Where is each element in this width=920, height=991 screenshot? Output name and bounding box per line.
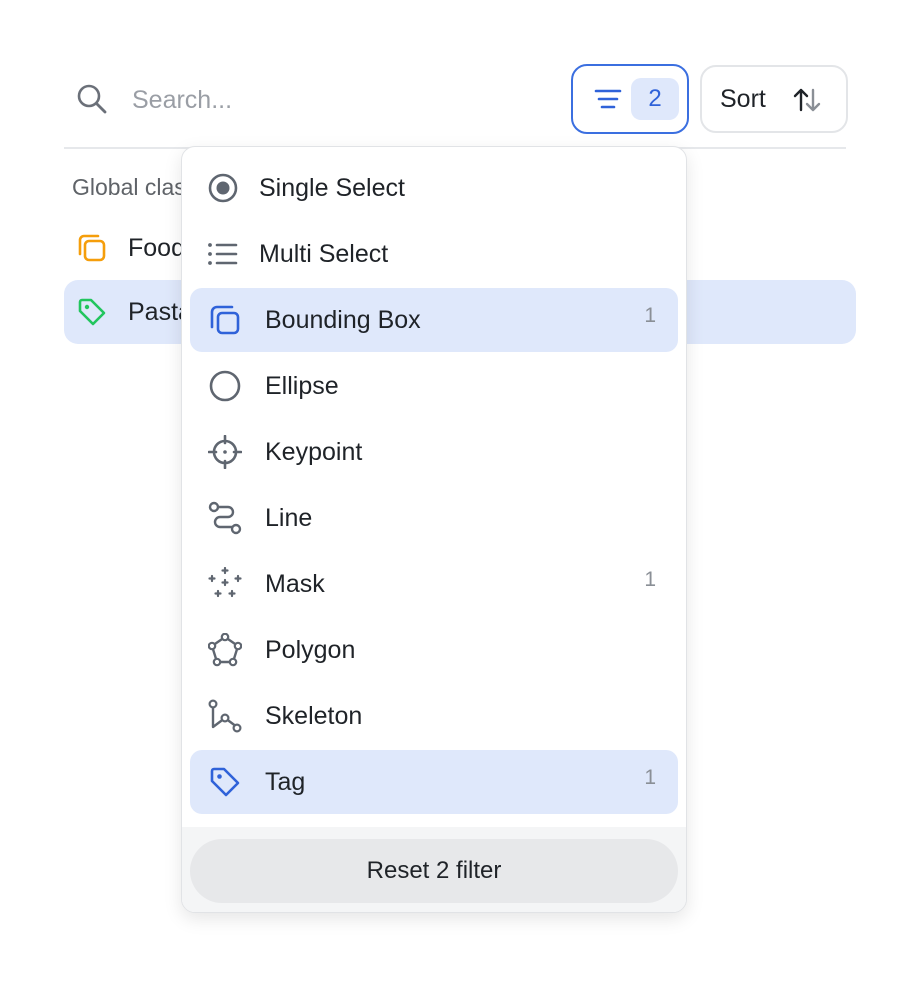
- polygon-icon: [208, 633, 242, 667]
- keypoint-icon: [208, 435, 242, 469]
- ellipse-icon: [209, 370, 241, 402]
- sort-label: Sort: [720, 84, 766, 113]
- list-icon: [208, 243, 238, 265]
- menu-item-line[interactable]: Line: [190, 486, 678, 550]
- menu-item-multi-select[interactable]: Multi Select: [190, 222, 678, 286]
- menu-item-ellipse[interactable]: Ellipse: [190, 354, 678, 418]
- bounding-box-icon: [78, 234, 106, 262]
- dropdown-footer: Reset 2 filter: [182, 827, 686, 912]
- menu-item-label: Ellipse: [265, 372, 339, 400]
- menu-item-single-select[interactable]: Single Select: [190, 156, 678, 220]
- filter-lines-icon: [594, 89, 622, 109]
- sort-arrows-icon: [793, 88, 821, 112]
- menu-item-label: Multi Select: [259, 240, 389, 268]
- menu-item-label: Polygon: [265, 636, 356, 664]
- menu-item-label: Mask: [265, 570, 325, 598]
- tag-icon: [78, 298, 106, 326]
- menu-item-label: Bounding Box: [265, 306, 421, 334]
- menu-item-tag[interactable]: Tag 1: [190, 750, 678, 814]
- menu-item-count: 1: [644, 304, 656, 327]
- menu-item-polygon[interactable]: Polygon: [190, 618, 678, 682]
- mask-icon: [208, 567, 242, 598]
- bounding-box-icon: [210, 305, 240, 335]
- menu-item-label: Keypoint: [265, 438, 363, 466]
- menu-item-label: Line: [265, 504, 313, 532]
- menu-item-keypoint[interactable]: Keypoint: [190, 420, 678, 484]
- filter-button[interactable]: 2: [571, 64, 689, 134]
- radio-icon: [208, 173, 238, 203]
- menu-item-label: Skeleton: [265, 702, 363, 730]
- menu-item-mask[interactable]: Mask 1: [190, 552, 678, 616]
- class-label: Food: [128, 234, 185, 262]
- menu-item-skeleton[interactable]: Skeleton: [190, 684, 678, 748]
- menu-item-label: Single Select: [259, 174, 405, 202]
- menu-item-count: 1: [644, 568, 656, 591]
- menu-item-count: 1: [644, 766, 656, 789]
- menu-item-bounding-box[interactable]: Bounding Box 1: [190, 288, 678, 352]
- sort-button[interactable]: Sort: [700, 65, 848, 133]
- search-icon: [77, 84, 107, 114]
- filter-count-badge: 2: [631, 78, 679, 120]
- menu-item-label: Tag: [265, 768, 306, 796]
- class-panel: 2 Sort Global classes Food Pasta: [0, 0, 920, 991]
- line-icon: [208, 501, 242, 535]
- search-input[interactable]: [132, 80, 532, 120]
- type-filter-dropdown: Single Select Multi Select Bounding Box …: [181, 146, 687, 913]
- reset-filter-button[interactable]: Reset 2 filter: [190, 839, 678, 903]
- tag-icon: [210, 767, 240, 797]
- skeleton-icon: [208, 699, 242, 733]
